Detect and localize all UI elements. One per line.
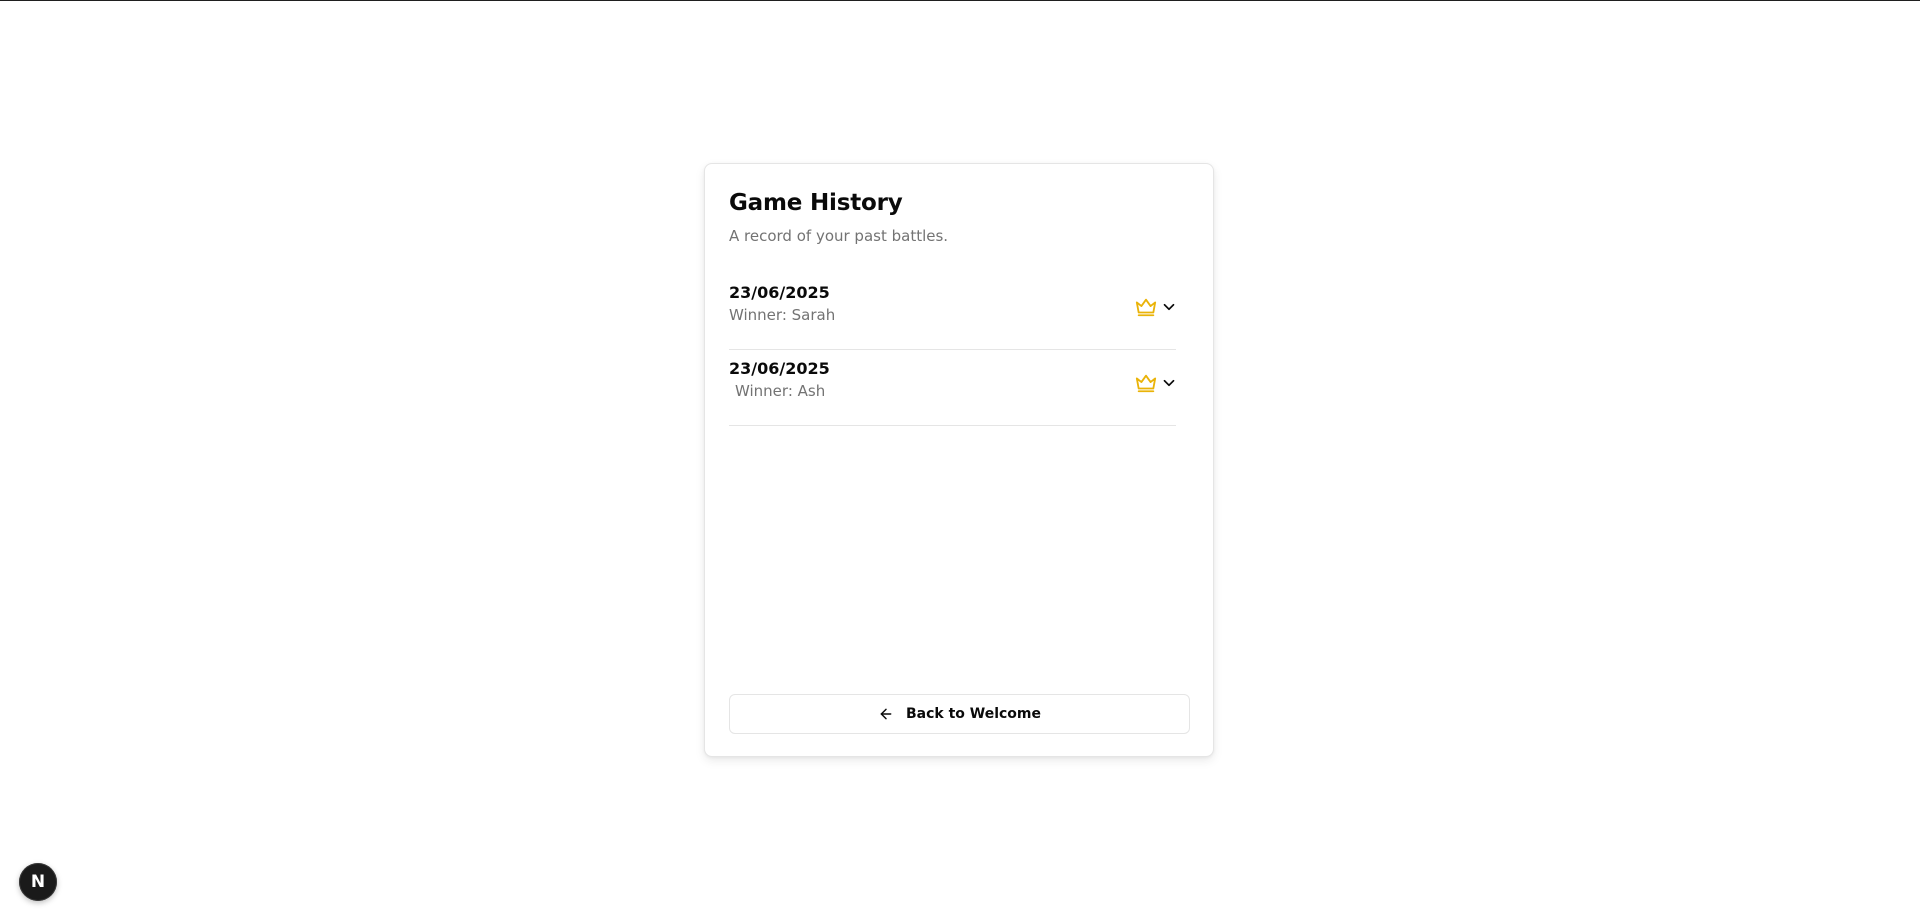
page-title: Game History [729, 190, 903, 216]
history-list: 23/06/2025 Winner: Sarah 23/06/2025 Winn… [729, 274, 1176, 426]
history-item[interactable]: 23/06/2025 Winner: Ash [729, 350, 1176, 426]
badge-letter: N [30, 872, 46, 892]
chevron-down-icon[interactable] [1160, 374, 1178, 392]
page-subtitle: A record of your past battles. [729, 227, 949, 245]
history-date: 23/06/2025 [729, 283, 830, 302]
history-item[interactable]: 23/06/2025 Winner: Sarah [729, 274, 1176, 350]
back-button-label: Back to Welcome [905, 706, 1042, 722]
game-history-card: Game History A record of your past battl… [704, 163, 1214, 757]
dev-tools-badge[interactable]: N [19, 863, 57, 901]
history-date: 23/06/2025 [729, 359, 830, 378]
history-winner: Winner: Sarah [729, 306, 836, 324]
history-winner: Winner: Ash [735, 382, 826, 400]
crown-icon [1135, 374, 1157, 393]
chevron-down-icon[interactable] [1160, 298, 1178, 316]
top-rule [0, 0, 1920, 1]
crown-icon [1135, 298, 1157, 317]
arrow-left-icon [880, 708, 892, 720]
back-to-welcome-button[interactable]: Back to Welcome [729, 694, 1190, 734]
